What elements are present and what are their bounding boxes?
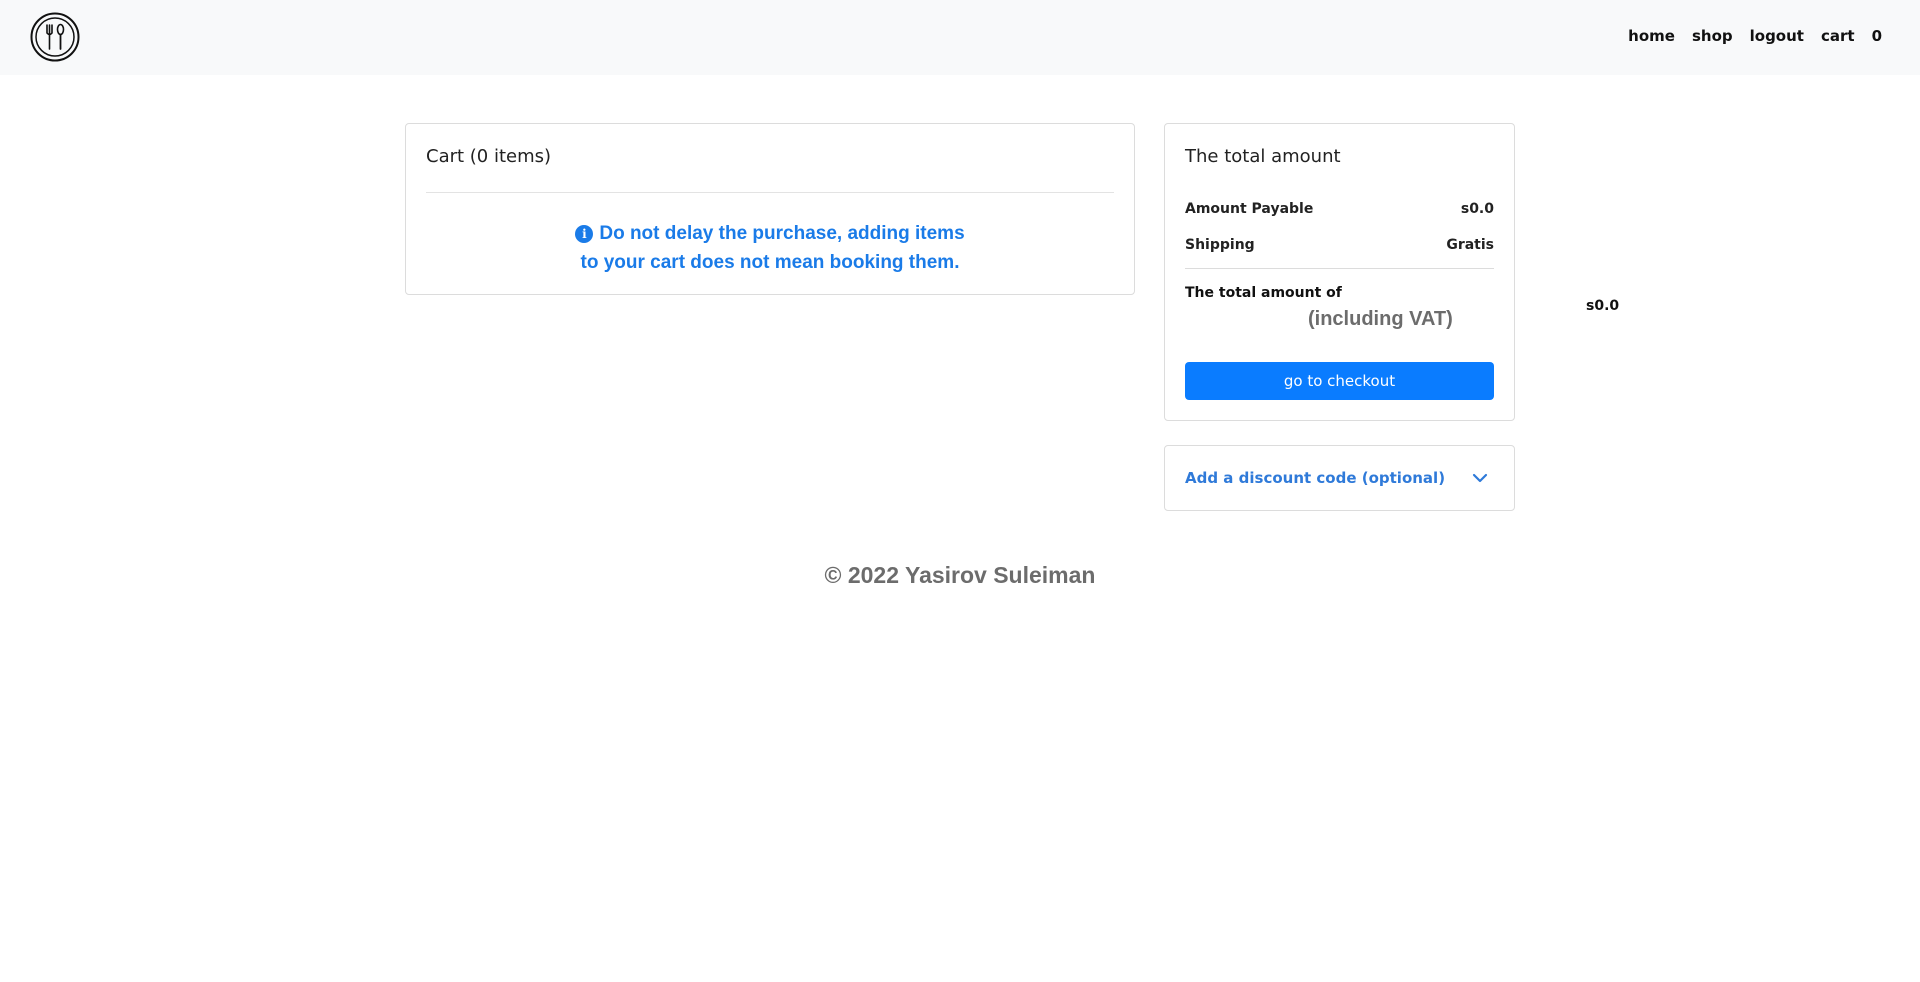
nav-logout-link[interactable]: logout xyxy=(1750,27,1804,45)
cart-count-badge[interactable]: 0 xyxy=(1872,27,1882,45)
total-title: The total amount xyxy=(1185,146,1341,167)
discount-accordion[interactable]: Add a discount code (optional) xyxy=(1164,445,1515,511)
payable-label: Amount Payable xyxy=(1185,201,1314,217)
total-label: The total amount of xyxy=(1185,285,1342,301)
discount-toggle[interactable]: Add a discount code (optional) xyxy=(1185,469,1445,487)
nav-cart-link[interactable]: cart xyxy=(1821,27,1855,45)
chevron-down-icon[interactable] xyxy=(1472,470,1488,486)
fork-spoon-knife-icon[interactable] xyxy=(30,12,80,62)
nav-links: home shop logout cart 0 xyxy=(1628,27,1882,45)
nav-home-link[interactable]: home xyxy=(1628,27,1675,45)
shipping-label: Shipping xyxy=(1185,237,1255,253)
nav-shop-link[interactable]: shop xyxy=(1692,27,1733,45)
divider xyxy=(1185,268,1494,269)
shipping-row: Shipping Gratis xyxy=(1185,237,1494,253)
total-card: The total amount Amount Payable s0.0 Shi… xyxy=(1164,123,1515,421)
footer: © 2022 Yasirov Suleiman xyxy=(0,562,1920,589)
checkout-button[interactable]: go to checkout xyxy=(1185,362,1494,400)
notice-text-1: Do not delay the purchase, adding items xyxy=(599,223,965,244)
copyright-text: © 2022 Yasirov Suleiman xyxy=(824,562,1096,588)
total-value: s0.0 xyxy=(1586,298,1620,314)
cart-notice: i Do not delay the purchase, adding items… xyxy=(406,219,1134,277)
divider xyxy=(426,192,1114,193)
cart-title: Cart (0 items) xyxy=(426,146,552,167)
vat-label: (including VAT) xyxy=(1308,308,1453,330)
notice-text-2: to your cart does not mean booking them. xyxy=(580,252,960,273)
notice-line-1: i Do not delay the purchase, adding items xyxy=(406,219,1134,248)
payable-value: s0.0 xyxy=(1460,201,1494,217)
shipping-value: Gratis xyxy=(1446,237,1494,253)
cart-card: Cart (0 items) i Do not delay the purchas… xyxy=(405,123,1135,295)
payable-row: Amount Payable s0.0 xyxy=(1185,201,1494,217)
info-icon: i xyxy=(575,225,594,243)
navbar: home shop logout cart 0 xyxy=(0,0,1920,75)
